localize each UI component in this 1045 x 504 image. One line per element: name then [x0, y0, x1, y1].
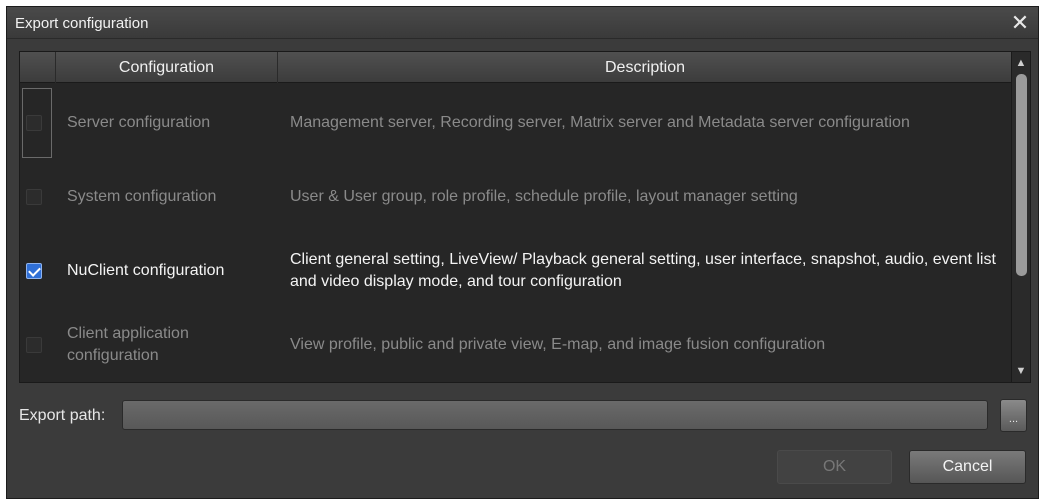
header-checkbox-column — [20, 52, 56, 83]
ok-button[interactable]: OK — [777, 450, 892, 484]
export-path-label: Export path: — [19, 407, 106, 424]
scroll-thumb[interactable] — [1016, 74, 1027, 276]
dialog-title: Export configuration — [15, 15, 149, 32]
vertical-scrollbar[interactable]: ▲ ▼ — [1011, 52, 1030, 382]
table-row[interactable]: Client application configuration View pr… — [20, 308, 1012, 382]
config-name: NuClient configuration — [67, 262, 225, 279]
row-checkbox-server-configuration[interactable] — [26, 115, 42, 131]
scroll-down-icon[interactable]: ▼ — [1014, 364, 1028, 378]
table-row[interactable]: System configuration User & User group, … — [20, 160, 1012, 234]
table-row[interactable]: NuClient configuration Client general se… — [20, 234, 1012, 308]
row-checkbox-system-configuration[interactable] — [26, 189, 42, 205]
cancel-button[interactable]: Cancel — [909, 450, 1026, 484]
config-description: Client general setting, LiveView/ Playba… — [290, 251, 996, 290]
export-configuration-dialog: Export configuration ✕ Configuration Des… — [6, 6, 1039, 499]
config-description: Management server, Recording server, Mat… — [290, 114, 910, 131]
close-icon[interactable]: ✕ — [1008, 11, 1032, 35]
config-name: Client application configuration — [67, 325, 189, 364]
title-bar: Export configuration ✕ — [7, 7, 1038, 39]
header-configuration[interactable]: Configuration — [56, 52, 278, 83]
config-description: View profile, public and private view, E… — [290, 336, 826, 353]
export-path-input[interactable] — [122, 400, 988, 430]
table-row[interactable]: Server configuration Management server, … — [20, 86, 1012, 160]
row-checkbox-nuclient-configuration[interactable] — [26, 263, 42, 279]
scroll-up-icon[interactable]: ▲ — [1014, 56, 1028, 70]
config-name: System configuration — [67, 188, 217, 205]
header-description[interactable]: Description — [278, 52, 1012, 83]
row-checkbox-client-application-configuration[interactable] — [26, 337, 42, 353]
config-description: User & User group, role profile, schedul… — [290, 188, 798, 205]
config-name: Server configuration — [67, 114, 211, 131]
configuration-table: Configuration Description Server configu… — [19, 51, 1031, 383]
browse-button[interactable]: ... — [1000, 399, 1027, 432]
table-header: Configuration Description — [20, 52, 1012, 83]
